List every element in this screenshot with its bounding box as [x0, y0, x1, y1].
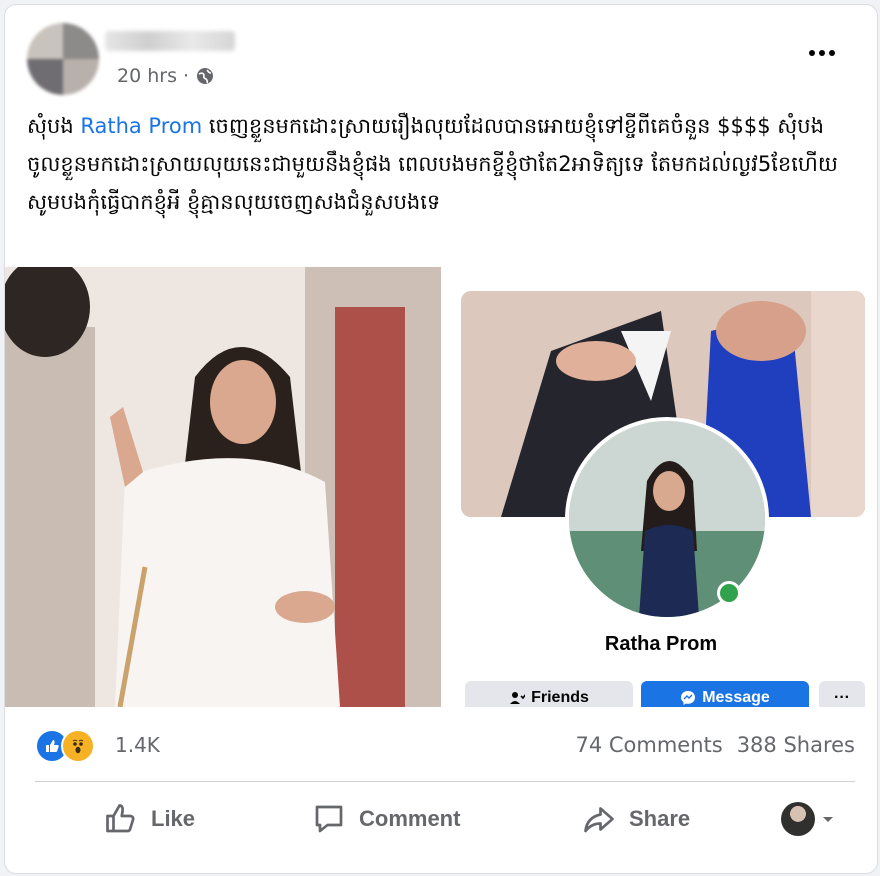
- post-stats: 1.4K 74 Comments 388 Shares: [5, 725, 877, 769]
- comments-count[interactable]: 74 Comments: [575, 733, 722, 757]
- post-text-start: សុំបង: [27, 114, 81, 138]
- message-label: Message: [702, 689, 770, 706]
- photo-illustration: [5, 267, 441, 707]
- current-user-avatar: [781, 802, 815, 836]
- tagged-user-link[interactable]: Ratha Prom: [80, 114, 202, 138]
- messenger-icon: [681, 691, 696, 705]
- friends-label: Friends: [531, 689, 589, 706]
- share-arrow-icon: [584, 807, 614, 833]
- post-header: 20 hrs ·: [5, 5, 877, 97]
- friends-icon: [510, 692, 526, 704]
- shares-count[interactable]: 388 Shares: [737, 733, 855, 757]
- profile-more-button[interactable]: ···: [819, 681, 865, 707]
- post-meta: 20 hrs ·: [117, 65, 215, 87]
- wow-reaction-icon: [61, 729, 95, 763]
- share-button[interactable]: Share: [581, 789, 690, 849]
- divider: [35, 781, 855, 782]
- reactions[interactable]: [35, 729, 95, 763]
- comment-button[interactable]: Comment: [311, 789, 460, 849]
- like-button[interactable]: Like: [103, 789, 195, 849]
- author-name-blurred[interactable]: [105, 31, 235, 51]
- react-as-selector[interactable]: [781, 789, 835, 849]
- like-label: Like: [151, 806, 196, 831]
- profile-preview[interactable]: Ratha Prom Friends Message ···: [445, 267, 877, 707]
- thumbs-up-icon: [106, 804, 135, 833]
- reactions-count[interactable]: 1.4K: [115, 733, 160, 757]
- more-options-icon[interactable]: [809, 43, 839, 63]
- online-status-dot: [717, 581, 741, 605]
- profile-name[interactable]: Ratha Prom: [445, 633, 877, 656]
- post-actions: Like Comment Share: [5, 789, 877, 849]
- author-avatar[interactable]: [27, 23, 99, 95]
- post-time[interactable]: 20 hrs ·: [117, 65, 189, 87]
- share-label: Share: [629, 806, 691, 831]
- photo-woman-in-white-dress[interactable]: [5, 267, 441, 707]
- message-button[interactable]: Message: [641, 681, 809, 707]
- chevron-down-icon: [823, 817, 833, 822]
- post-card: 20 hrs · សុំបង Ratha Prom ចេញខ្លួនមកដោះស…: [4, 4, 878, 874]
- globe-icon: [197, 68, 214, 84]
- comment-label: Comment: [359, 806, 461, 831]
- friends-button[interactable]: Friends: [465, 681, 633, 707]
- engagement-counts: 74 Comments 388 Shares: [575, 733, 855, 757]
- post-text: សុំបង Ratha Prom ចេញខ្លួនមកដោះស្រាយរឿងលុ…: [27, 107, 857, 221]
- comment-icon: [315, 805, 343, 833]
- post-media: Ratha Prom Friends Message ···: [5, 267, 877, 707]
